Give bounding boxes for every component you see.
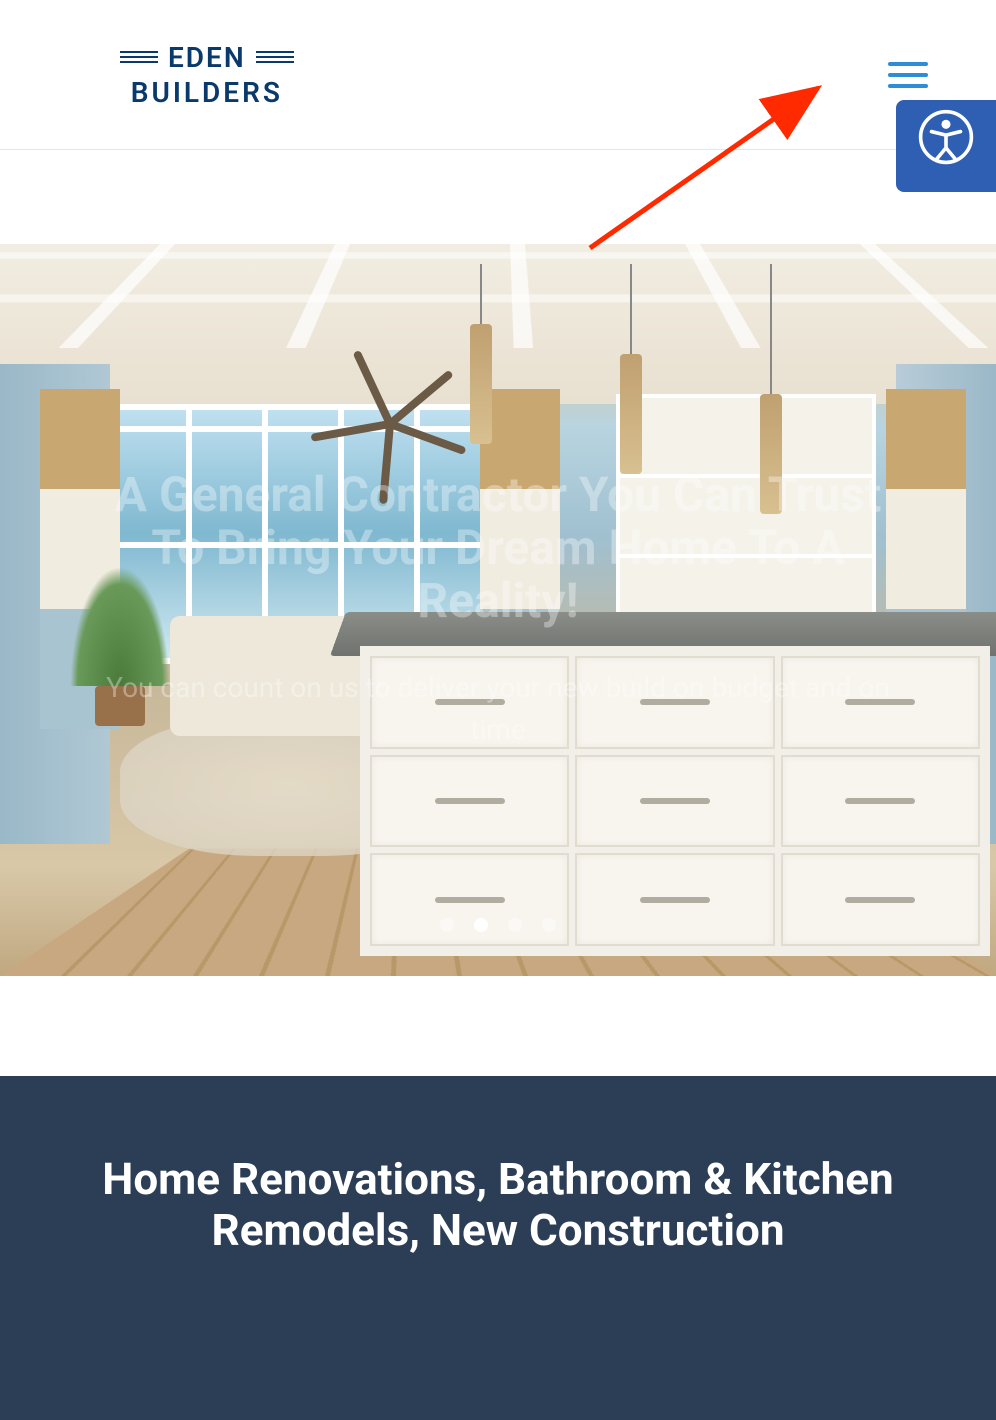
hamburger-line-icon xyxy=(888,84,928,88)
logo-text-bottom: BUILDERS xyxy=(131,76,283,109)
hero-carousel: A General Contractor You Can Trust To Br… xyxy=(0,244,996,976)
carousel-dot-2[interactable] xyxy=(474,918,488,932)
logo[interactable]: EDEN BUILDERS xyxy=(120,41,294,109)
spacer xyxy=(0,150,996,244)
hamburger-line-icon xyxy=(888,62,928,66)
services-section: Home Renovations, Bathroom & Kitchen Rem… xyxy=(0,1076,996,1420)
logo-lines-left-icon xyxy=(120,51,158,63)
carousel-dot-4[interactable] xyxy=(542,918,556,932)
accessibility-icon xyxy=(917,108,975,166)
carousel-dots xyxy=(440,918,556,932)
site-header: EDEN BUILDERS xyxy=(0,0,996,150)
carousel-dot-3[interactable] xyxy=(508,918,522,932)
hamburger-menu-button[interactable] xyxy=(880,54,936,96)
accessibility-widget-button[interactable] xyxy=(896,100,996,192)
logo-text-top: EDEN xyxy=(168,41,246,74)
services-heading: Home Renovations, Bathroom & Kitchen Rem… xyxy=(0,1154,996,1255)
spacer xyxy=(0,976,996,1076)
carousel-dot-1[interactable] xyxy=(440,918,454,932)
hero-background-image xyxy=(0,244,996,976)
hamburger-line-icon xyxy=(888,73,928,77)
logo-lines-right-icon xyxy=(256,51,294,63)
